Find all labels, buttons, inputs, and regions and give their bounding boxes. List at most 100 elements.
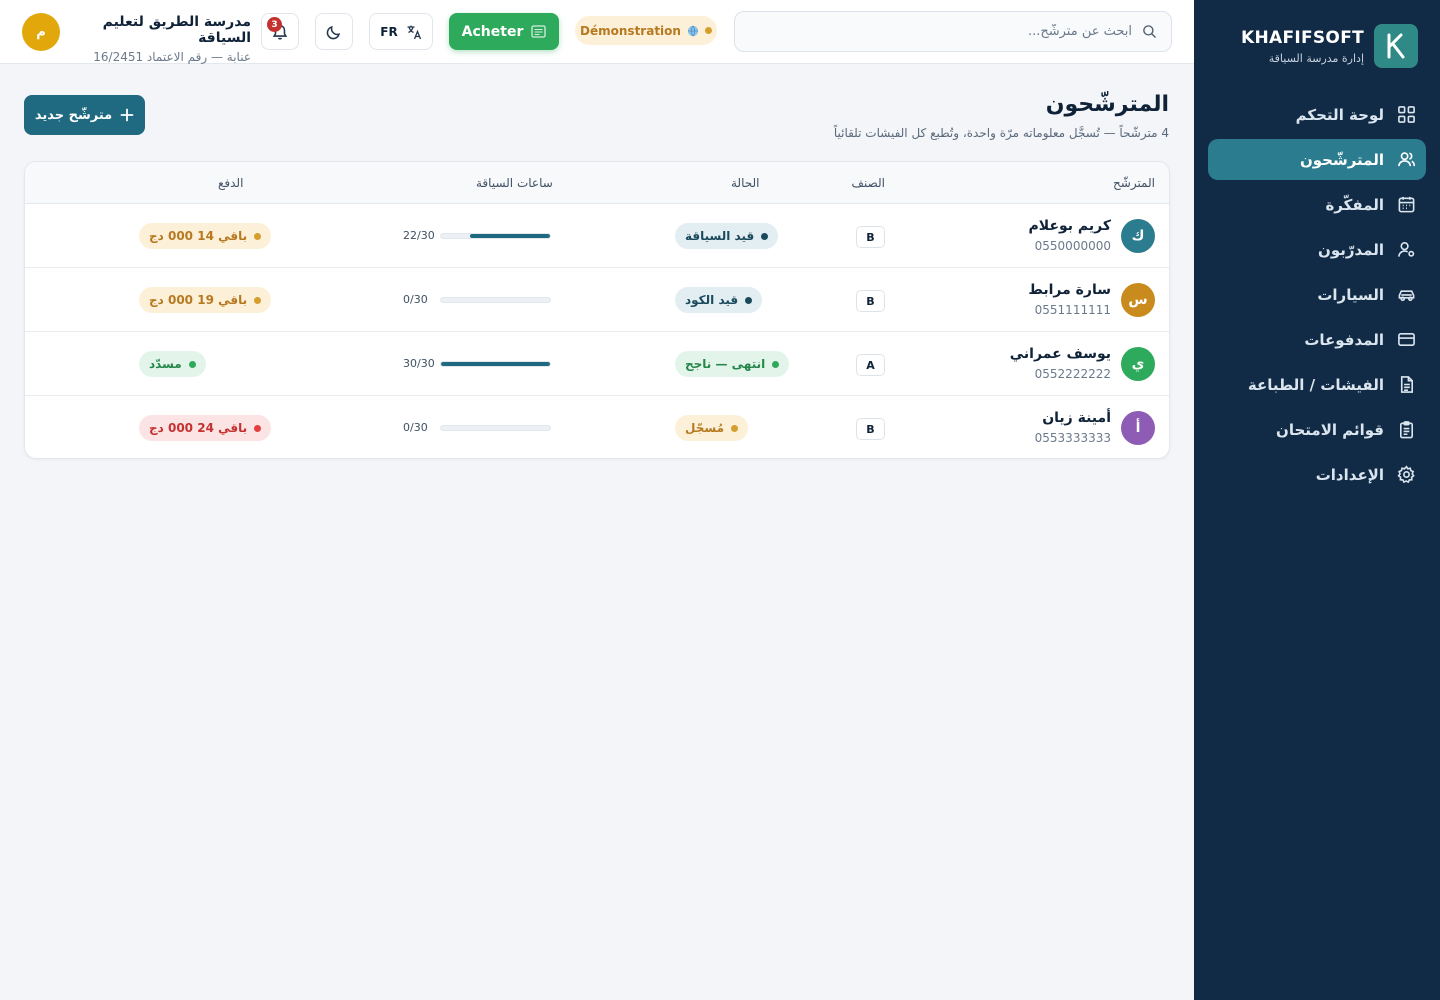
page-title: المترشّحون bbox=[1045, 92, 1169, 117]
candidate-name[interactable]: يوسف عمراني bbox=[1010, 346, 1111, 362]
hours-value: 0/30 bbox=[403, 293, 428, 306]
demo-badge: Démonstration bbox=[575, 16, 717, 45]
table-row[interactable]: أ أمينة زيان 0553333333 B مُسجّل 0/30 با… bbox=[25, 396, 1169, 458]
table-row[interactable]: ك كريم بوعلام 0550000000 B قيد السياقة 2… bbox=[25, 204, 1169, 268]
sidebar-item-label: السيارات bbox=[1317, 285, 1384, 304]
status-label: مُسجّل bbox=[685, 421, 724, 435]
brand-logo bbox=[1374, 24, 1418, 68]
payment-label: باقي 24 000 دج bbox=[149, 421, 248, 435]
clipboard-icon bbox=[1396, 420, 1416, 440]
class-badge: B bbox=[856, 226, 885, 248]
avatar: ي bbox=[1121, 347, 1155, 381]
moon-icon bbox=[326, 25, 341, 39]
column-header-status[interactable]: الحالة bbox=[731, 176, 759, 190]
column-header-hours[interactable]: ساعات السياقة bbox=[476, 176, 553, 190]
document-icon bbox=[1396, 375, 1416, 395]
sidebar-item-label: المفكّرة bbox=[1325, 195, 1384, 214]
sidebar: KHAFIFSOFT إدارة مدرسة السياقة لوحة التح… bbox=[1194, 0, 1440, 1000]
candidate-phone: 0553333333 bbox=[1034, 431, 1111, 445]
sidebar-item-label: قوائم الامتحان bbox=[1276, 420, 1384, 439]
candidate-name[interactable]: أمينة زيان bbox=[1042, 410, 1111, 426]
sidebar-item-exam-lists[interactable]: قوائم الامتحان bbox=[1208, 409, 1426, 450]
column-header-payment[interactable]: الدفع bbox=[218, 176, 243, 190]
sidebar-item-cars[interactable]: السيارات bbox=[1208, 274, 1426, 315]
sidebar-item-settings[interactable]: الإعدادات bbox=[1208, 454, 1426, 495]
status-dot bbox=[745, 296, 753, 304]
sidebar-item-label: المترشّحون bbox=[1299, 150, 1384, 169]
k-logo-icon bbox=[1387, 33, 1405, 59]
status-dot bbox=[761, 232, 769, 240]
status-badge: مُسجّل bbox=[675, 415, 748, 441]
avatar: أ bbox=[1121, 411, 1155, 445]
hours-progress-fill bbox=[441, 362, 550, 366]
sidebar-item-label: لوحة التحكم bbox=[1295, 105, 1384, 124]
search-box[interactable] bbox=[734, 11, 1172, 52]
sidebar-nav: لوحة التحكم المترشّحون المفكّرة المدرّبو… bbox=[1208, 94, 1426, 499]
card-icon bbox=[1396, 330, 1416, 350]
search-input[interactable] bbox=[752, 24, 1132, 39]
add-candidate-button[interactable]: مترشّح جديد bbox=[24, 95, 145, 135]
translate-icon bbox=[407, 25, 421, 39]
add-candidate-label: مترشّح جديد bbox=[34, 107, 113, 123]
class-badge: B bbox=[856, 418, 885, 440]
sidebar-item-label: المدفوعات bbox=[1304, 330, 1384, 349]
school-subtitle: عنابة — رقم الاعتماد 16/2451 bbox=[93, 50, 251, 64]
sidebar-item-dashboard[interactable]: لوحة التحكم bbox=[1208, 94, 1426, 135]
candidate-name[interactable]: سارة مرابط bbox=[1028, 282, 1111, 298]
hours-value: 22/30 bbox=[403, 229, 435, 242]
hours-value: 30/30 bbox=[403, 357, 435, 370]
hours-progress-bar bbox=[440, 425, 551, 431]
candidate-phone: 0550000000 bbox=[1034, 239, 1111, 253]
school-name: مدرسة الطريق لتعليم السياقة bbox=[102, 14, 251, 46]
candidate-name[interactable]: كريم بوعلام bbox=[1029, 218, 1111, 234]
sidebar-item-label: المدرّبون bbox=[1318, 240, 1384, 259]
payment-badge: باقي 19 000 دج bbox=[139, 287, 272, 313]
payment-badge: باقي 24 000 دج bbox=[139, 415, 272, 441]
candidates-table: المترشّح الصنف الحالة ساعات السياقة الدف… bbox=[24, 161, 1170, 459]
payment-dot bbox=[188, 360, 196, 368]
user-avatar[interactable]: م bbox=[22, 13, 60, 51]
column-header-candidate[interactable]: المترشّح bbox=[1113, 176, 1155, 190]
hours-progress-bar bbox=[440, 233, 551, 239]
language-button[interactable]: FR bbox=[369, 13, 433, 50]
avatar: ك bbox=[1121, 219, 1155, 253]
status-badge: قيد الكود bbox=[675, 287, 763, 313]
sidebar-item-instructors[interactable]: المدرّبون bbox=[1208, 229, 1426, 270]
brand[interactable]: KHAFIFSOFT إدارة مدرسة السياقة bbox=[1218, 24, 1418, 70]
column-header-class[interactable]: الصنف bbox=[852, 176, 885, 190]
avatar: س bbox=[1121, 283, 1155, 317]
calendar-icon bbox=[1396, 195, 1416, 215]
status-dot bbox=[772, 360, 780, 368]
dashboard-icon bbox=[1396, 105, 1416, 125]
table-row[interactable]: ي يوسف عمراني 0552222222 A انتهى — ناجح … bbox=[25, 332, 1169, 396]
status-label: انتهى — ناجح bbox=[685, 357, 766, 371]
payment-label: باقي 19 000 دج bbox=[149, 293, 248, 307]
license-icon bbox=[531, 25, 546, 38]
theme-toggle-button[interactable] bbox=[315, 13, 353, 50]
payment-label: باقي 14 000 دج bbox=[149, 229, 248, 243]
sidebar-item-candidates[interactable]: المترشّحون bbox=[1208, 139, 1426, 180]
language-label: FR bbox=[380, 24, 398, 39]
page-subtitle: 4 مترشّحاً — تُسجَّل معلوماته مرّة واحدة… bbox=[833, 126, 1169, 140]
globe-icon bbox=[687, 25, 699, 36]
notifications-button[interactable]: 3 bbox=[261, 13, 299, 50]
school-info: مدرسة الطريق لتعليم السياقة عنابة — رقم … bbox=[76, 14, 251, 64]
table-row[interactable]: س سارة مرابط 0551111111 B قيد الكود 0/30… bbox=[25, 268, 1169, 332]
candidate-phone: 0551111111 bbox=[1034, 303, 1111, 317]
brand-name: KHAFIFSOFT bbox=[1240, 28, 1364, 48]
sidebar-item-payments[interactable]: المدفوعات bbox=[1208, 319, 1426, 360]
hours-value: 0/30 bbox=[403, 421, 428, 434]
sidebar-item-agenda[interactable]: المفكّرة bbox=[1208, 184, 1426, 225]
buy-button[interactable]: Acheter bbox=[449, 13, 559, 50]
sidebar-item-documents[interactable]: الفيشات / الطباعة bbox=[1208, 364, 1426, 405]
hours-progress-fill bbox=[470, 234, 550, 238]
users-icon bbox=[1396, 150, 1416, 170]
payment-badge: باقي 14 000 دج bbox=[139, 223, 272, 249]
class-badge: B bbox=[856, 290, 885, 312]
car-icon bbox=[1396, 285, 1416, 305]
status-dot bbox=[704, 27, 712, 34]
hours-progress-bar bbox=[440, 361, 551, 367]
search-icon bbox=[1143, 25, 1156, 38]
buy-label: Acheter bbox=[461, 23, 524, 40]
demo-label: Démonstration bbox=[580, 23, 681, 38]
